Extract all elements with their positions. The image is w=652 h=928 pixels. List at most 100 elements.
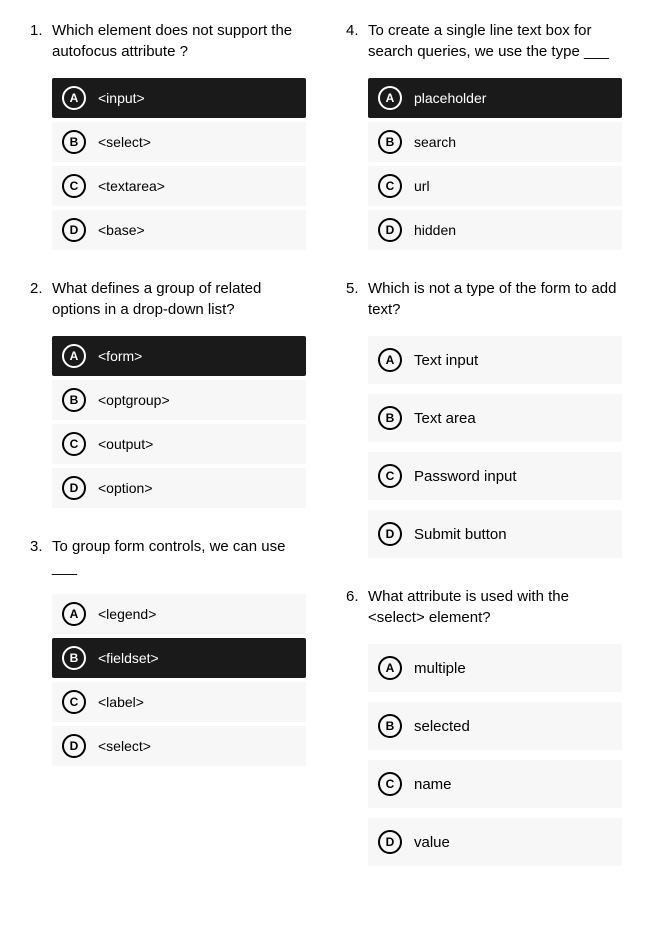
quiz-columns: 1.Which element does not support the aut… [30,20,622,894]
option-letter-badge: B [62,130,86,154]
option[interactable]: A <legend> [52,594,306,634]
option-letter-badge: C [378,174,402,198]
option-letter-badge: B [62,646,86,670]
option-letter-badge: D [378,218,402,242]
question-head: 3.To group form controls, we can use ___ [30,536,306,578]
option[interactable]: A <form> [52,336,306,376]
option[interactable]: A Text input [368,336,622,384]
option-text: hidden [414,222,456,238]
question-head: 2.What defines a group of related option… [30,278,306,320]
option-text: <legend> [98,606,156,622]
option-text: Submit button [414,526,507,543]
option-letter-badge: C [378,772,402,796]
question-number: 3. [30,536,52,578]
option-text: value [414,834,450,851]
option[interactable]: C <textarea> [52,166,306,206]
question-head: 6.What attribute is used with the <selec… [346,586,622,628]
option[interactable]: Amultiple [368,644,622,692]
question: 3.To group form controls, we can use ___… [30,536,306,766]
question: 1.Which element does not support the aut… [30,20,306,250]
options-list: A Text input BText area C Password input DSub… [368,336,622,558]
option[interactable]: B <select> [52,122,306,162]
option-letter-badge: D [378,830,402,854]
question-number: 2. [30,278,52,320]
option-letter-badge: B [378,714,402,738]
option-text: <textarea> [98,178,165,194]
option[interactable]: B<optgroup> [52,380,306,420]
question-text: Which element does not support the autof… [52,20,306,62]
option[interactable]: Cname [368,760,622,808]
question: 2.What defines a group of related option… [30,278,306,508]
option-text: <select> [98,738,151,754]
option-text: Password input [414,468,517,485]
option[interactable]: Aplaceholder [368,78,622,118]
option-text: <optgroup> [98,392,170,408]
options-list: A <form> B<optgroup> C <output> D <option> [52,336,306,508]
option[interactable]: Bsearch [368,122,622,162]
option-text: placeholder [414,90,486,106]
question-head: 4.To create a single line text box for s… [346,20,622,62]
option-letter-badge: A [378,348,402,372]
option-text: <form> [98,348,142,364]
option-letter-badge: C [62,432,86,456]
option-letter-badge: C [62,174,86,198]
option-text: <label> [98,694,144,710]
question-number: 5. [346,278,368,320]
options-list: Amultiple Bselected Cname Dvalue [368,644,622,866]
question: 6.What attribute is used with the <selec… [346,586,622,866]
option-letter-badge: D [62,734,86,758]
option-text: <option> [98,480,153,496]
option[interactable]: Bselected [368,702,622,750]
option-letter-badge: A [62,602,86,626]
option-text: name [414,776,452,793]
option[interactable]: C Password input [368,452,622,500]
option-text: <output> [98,436,153,452]
option[interactable]: D <select> [52,726,306,766]
option[interactable]: BText area [368,394,622,442]
option-text: Text input [414,352,478,369]
option-text: url [414,178,430,194]
options-list: A <legend> B <fieldset> C<label> D <select> [52,594,306,766]
option[interactable]: C <output> [52,424,306,464]
option-letter-badge: B [378,130,402,154]
option[interactable]: Dvalue [368,818,622,866]
question-head: 5.Which is not a type of the form to add… [346,278,622,320]
option-text: selected [414,718,470,735]
options-list: AplaceholderBsearchCurlDhidden [368,78,622,250]
options-list: A <input> B <select> C <textarea> D <base> [52,78,306,250]
question-number: 4. [346,20,368,62]
option-letter-badge: A [62,86,86,110]
question-head: 1.Which element does not support the aut… [30,20,306,62]
option[interactable]: DSubmit button [368,510,622,558]
question-text: What attribute is used with the <select>… [368,586,622,628]
question-text: To create a single line text box for sea… [368,20,622,62]
option[interactable]: Dhidden [368,210,622,250]
question-text: What defines a group of related options … [52,278,306,320]
option-text: <select> [98,134,151,150]
option[interactable]: A <input> [52,78,306,118]
option-letter-badge: A [62,344,86,368]
question-number: 1. [30,20,52,62]
option-text: multiple [414,660,466,677]
option[interactable]: D <option> [52,468,306,508]
option-letter-badge: C [378,464,402,488]
question: 4.To create a single line text box for s… [346,20,622,250]
option-text: search [414,134,456,150]
question-number: 6. [346,586,368,628]
option-letter-badge: A [378,656,402,680]
option[interactable]: Curl [368,166,622,206]
option-text: <input> [98,90,145,106]
option-letter-badge: D [62,476,86,500]
option-text: <fieldset> [98,650,159,666]
column-left: 1.Which element does not support the aut… [30,20,306,894]
option[interactable]: C<label> [52,682,306,722]
option-letter-badge: D [62,218,86,242]
question-text: To group form controls, we can use ___ [52,536,306,578]
question: 5.Which is not a type of the form to add… [346,278,622,558]
option[interactable]: B <fieldset> [52,638,306,678]
option[interactable]: D <base> [52,210,306,250]
option-letter-badge: A [378,86,402,110]
option-letter-badge: B [378,406,402,430]
question-text: Which is not a type of the form to add t… [368,278,622,320]
option-text: <base> [98,222,145,238]
